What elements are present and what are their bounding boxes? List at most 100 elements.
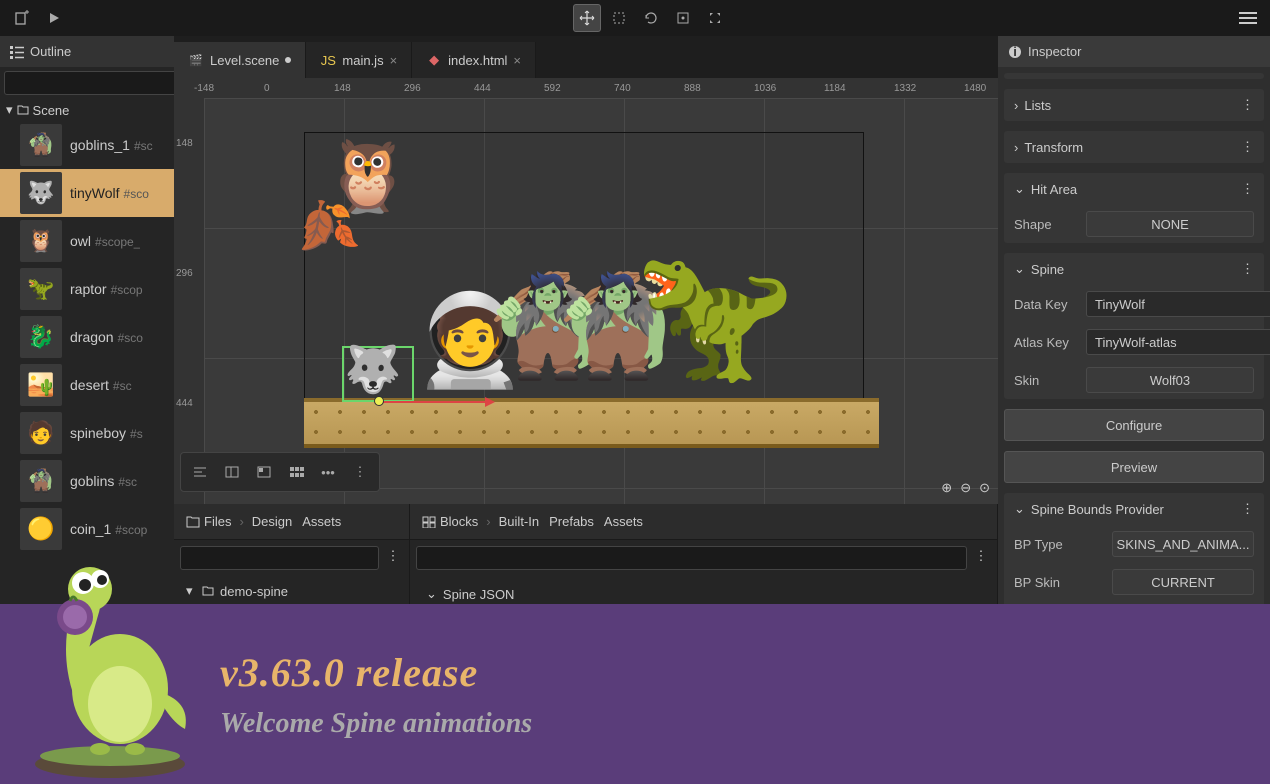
ruler-tick: 1480 [964, 83, 986, 94]
zoom-in-icon[interactable]: ⊕ [941, 480, 952, 496]
file-icon: ◆ [426, 52, 442, 68]
preview-button[interactable]: Preview [1004, 451, 1264, 483]
shape-value[interactable]: NONE [1086, 211, 1254, 237]
outline-item-tinyWolf[interactable]: 🐺tinyWolf#sco [0, 169, 174, 217]
outline-title-label: Outline [30, 44, 71, 59]
item-scope: #s [130, 427, 143, 441]
bounds-section[interactable]: ⌄Spine Bounds Provider⋮ [1004, 493, 1264, 525]
spine-section[interactable]: ⌄Spine⋮ [1004, 253, 1264, 285]
breadcrumb-prefabs[interactable]: Prefabs [549, 514, 594, 529]
skin-value[interactable]: Wolf03 [1086, 367, 1254, 393]
hitarea-section[interactable]: ⌄Hit Area⋮ [1004, 173, 1264, 205]
bp-type-value[interactable]: SKINS_AND_ANIMA... [1112, 531, 1254, 557]
resize-tool[interactable] [701, 4, 729, 32]
shape-label: Shape [1014, 217, 1078, 232]
mascot-icon [10, 544, 210, 784]
file-node-demo-spine[interactable]: ▾demo-spine [182, 580, 401, 602]
file-label: demo-spine [220, 584, 288, 599]
play-button[interactable] [40, 4, 68, 32]
breadcrumb-builtin[interactable]: Built-In [499, 514, 539, 529]
outline-item-dragon[interactable]: 🐉dragon#sco [0, 313, 174, 361]
x-axis-gizmo[interactable] [379, 401, 487, 403]
outline-item-owl[interactable]: 🦉owl#scope_ [0, 217, 174, 265]
raptor-sprite[interactable]: 🦖 [634, 238, 796, 391]
more-button[interactable]: ••• [313, 457, 343, 487]
close-icon[interactable]: × [513, 53, 521, 68]
files-menu-button[interactable]: ⋮ [383, 546, 403, 566]
item-scope: #scop [111, 283, 143, 297]
new-scene-button[interactable] [8, 4, 36, 32]
breadcrumb-assets2[interactable]: Assets [604, 514, 643, 529]
corner-button[interactable] [249, 457, 279, 487]
zoom-out-icon[interactable]: ⊖ [960, 480, 971, 496]
tab-label: index.html [448, 53, 507, 68]
outline-root[interactable]: ▾ Scene [0, 99, 174, 121]
configure-button[interactable]: Configure [1004, 409, 1264, 441]
bp-skin-value[interactable]: CURRENT [1112, 569, 1254, 595]
breadcrumb-design[interactable]: Design [252, 514, 292, 529]
ruler-tick: 444 [474, 83, 491, 94]
grid-button[interactable] [281, 457, 311, 487]
item-scope: #sc [134, 139, 153, 153]
outline-item-goblins_1[interactable]: 🧌goblins_1#sc [0, 121, 174, 169]
tab-Level-scene[interactable]: 🎬Level.scene [174, 42, 306, 78]
item-thumb: 🏜️ [20, 364, 62, 406]
rotate-tool[interactable] [637, 4, 665, 32]
zoom-fit-icon[interactable]: ⊙ [979, 480, 990, 496]
section-menu[interactable]: ⋮ [1241, 181, 1254, 197]
outline-item-goblins[interactable]: 🧌goblins#sc [0, 457, 174, 505]
ruler-tick: 296 [404, 83, 421, 94]
atlas-key-input[interactable] [1086, 329, 1270, 355]
origin-tool[interactable] [669, 4, 697, 32]
scale-tool[interactable] [605, 4, 633, 32]
tab-index-html[interactable]: ◆ index.html × [412, 42, 536, 78]
section-menu[interactable]: ⋮ [1241, 501, 1254, 517]
close-icon[interactable]: × [390, 53, 398, 68]
info-icon: i [1008, 45, 1022, 59]
tinywolf-sprite[interactable]: 🐺 [344, 342, 401, 397]
outline-icon [10, 45, 24, 59]
section-menu[interactable]: ⋮ [1241, 139, 1254, 155]
translate-tool[interactable] [573, 4, 601, 32]
breadcrumb-files[interactable]: Files [204, 514, 231, 529]
data-key-label: Data Key [1014, 297, 1078, 312]
outline-item-spineboy[interactable]: 🧑spineboy#s [0, 409, 174, 457]
origin-gizmo[interactable] [374, 396, 384, 406]
toolbar-menu-button[interactable]: ⋮ [345, 457, 375, 487]
transform-section[interactable]: ›Transform⋮ [1004, 131, 1264, 163]
item-name: goblins_1 [70, 137, 130, 153]
zoom-controls: ⊕ ⊖ ⊙ [941, 480, 990, 496]
viewport-toolbar: ••• ⋮ [180, 452, 380, 492]
blocks-search-input[interactable] [416, 546, 967, 570]
tab-main-js[interactable]: JSmain.js× [306, 42, 412, 78]
lists-section[interactable]: ›Lists⋮ [1004, 89, 1264, 121]
item-name: tinyWolf [70, 185, 120, 201]
file-icon: JS [320, 52, 336, 68]
breadcrumb-assets[interactable]: Assets [302, 514, 341, 529]
data-key-input[interactable] [1086, 291, 1270, 317]
outline-item-desert[interactable]: 🏜️desert#sc [0, 361, 174, 409]
align-left-button[interactable] [185, 457, 215, 487]
outline-search-input[interactable] [4, 71, 194, 95]
hamburger-menu[interactable] [1234, 4, 1262, 32]
folder-icon [17, 104, 29, 116]
item-scope: #sc [118, 475, 137, 489]
scene-viewport[interactable]: -14801482964445927408881036118413321480 … [174, 78, 998, 504]
ruler-tick: 1036 [754, 83, 776, 94]
blocks-menu-button[interactable]: ⋮ [971, 546, 991, 566]
ruler-tick: 148 [176, 138, 193, 149]
outline-item-raptor[interactable]: 🦖raptor#scop [0, 265, 174, 313]
section-menu[interactable]: ⋮ [1241, 97, 1254, 113]
section-menu[interactable]: ⋮ [1241, 261, 1254, 277]
breadcrumb-blocks[interactable]: Blocks [440, 514, 478, 529]
folder-icon [186, 516, 200, 528]
atlas-key-label: Atlas Key [1014, 335, 1078, 350]
ruler-tick: 444 [176, 398, 193, 409]
scene-canvas[interactable]: 🦉 🍂 🧑‍🚀 🧌 🧌 🦖 🐺 [204, 98, 998, 504]
item-name: coin_1 [70, 521, 111, 537]
ruler-tick: 592 [544, 83, 561, 94]
blocks-icon [422, 516, 436, 528]
svg-text:i: i [1013, 45, 1017, 59]
item-scope: #sc [113, 379, 132, 393]
split-view-button[interactable] [217, 457, 247, 487]
